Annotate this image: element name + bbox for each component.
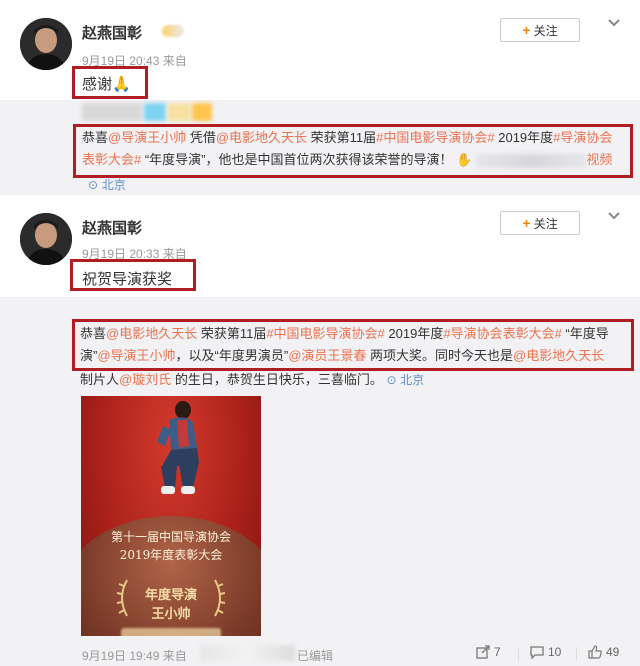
poster-award: 年度导演 [144, 588, 197, 603]
repost-footer: 9月19日 19:49 来自 已编辑 7 10 49 [0, 643, 640, 666]
avatar[interactable] [20, 213, 72, 265]
location-pin-icon: ⊙ [386, 373, 397, 387]
poster-title-line1: 第十一届中国导演协会 [110, 530, 231, 544]
plus-icon: + [522, 215, 531, 231]
avatar-image [20, 18, 72, 70]
comment-stat[interactable]: 10 [518, 645, 562, 661]
comment-count: 10 [548, 645, 562, 659]
text-segment: 制片人 [80, 372, 120, 387]
follow-label: 关注 [533, 23, 558, 38]
highlight-box [72, 66, 148, 99]
highlight-box [73, 124, 633, 178]
highlight-box [70, 259, 196, 291]
highlight-box [72, 319, 634, 371]
blurred-badge [162, 25, 184, 37]
poster-cutoff-text [121, 628, 221, 636]
repost-count: 7 [494, 645, 501, 659]
repost-area: 恭喜@导演王小帅 凭借@电影地久天长 荣获第11届#中国电影导演协会# 2019… [0, 100, 640, 195]
repost-text-line3: 制片人@璇刘氏 的生日，恭贺生日快乐，三喜临门。 ⊙ 北京 [80, 369, 620, 391]
poster-figure [157, 401, 199, 494]
username[interactable]: 赵燕国彰 [82, 217, 142, 238]
follow-button[interactable]: + 关注 [500, 18, 580, 42]
comment-icon [530, 646, 544, 659]
location[interactable]: ⊙ 北京 [88, 176, 126, 193]
like-stat[interactable]: 49 [576, 645, 620, 661]
weibo-post: 赵燕国彰 9月19日 20:43 来自 + 关注 感谢🙏 恭喜@导演王小帅 凭借… [0, 0, 640, 195]
like-count: 49 [606, 645, 620, 659]
username[interactable]: 赵燕国彰 [82, 22, 142, 43]
blurred-source [200, 645, 295, 661]
text-segment: 的生日，恭贺生日快乐，三喜临门。 [171, 372, 383, 387]
weibo-post: 赵燕国彰 9月19日 20:33 来自 + 关注 祝贺导演获奖 恭喜@电影地久天… [0, 195, 640, 666]
avatar-image [20, 213, 72, 265]
share-icon [476, 645, 490, 659]
repost-time: 9月19日 19:49 来自 [82, 649, 187, 663]
location-label: 北京 [101, 178, 126, 192]
follow-label: 关注 [533, 216, 558, 231]
chevron-down-icon[interactable] [607, 18, 621, 28]
thumbs-up-icon [588, 645, 602, 659]
chevron-down-icon[interactable] [607, 211, 621, 221]
location-pin-icon: ⊙ [88, 178, 99, 192]
blurred-username [82, 103, 212, 121]
poster-title-line2: 2019年度表彰大会 [119, 548, 223, 562]
repost-body-tail: 制片人@璇刘氏 的生日，恭贺生日快乐，三喜临门。 [80, 372, 383, 387]
edited-label: 已编辑 [297, 649, 334, 663]
location-label[interactable]: 北京 [400, 373, 424, 387]
repost-stat[interactable]: 7 [476, 645, 501, 659]
avatar[interactable] [20, 18, 72, 70]
follow-button[interactable]: + 关注 [500, 211, 580, 235]
mention-link[interactable]: @璇刘氏 [119, 372, 171, 387]
poster-name: 王小帅 [151, 607, 191, 622]
plus-icon: + [522, 22, 531, 38]
poster-image[interactable]: 第十一届中国导演协会 2019年度表彰大会 年度导演 王小帅 [81, 396, 261, 636]
